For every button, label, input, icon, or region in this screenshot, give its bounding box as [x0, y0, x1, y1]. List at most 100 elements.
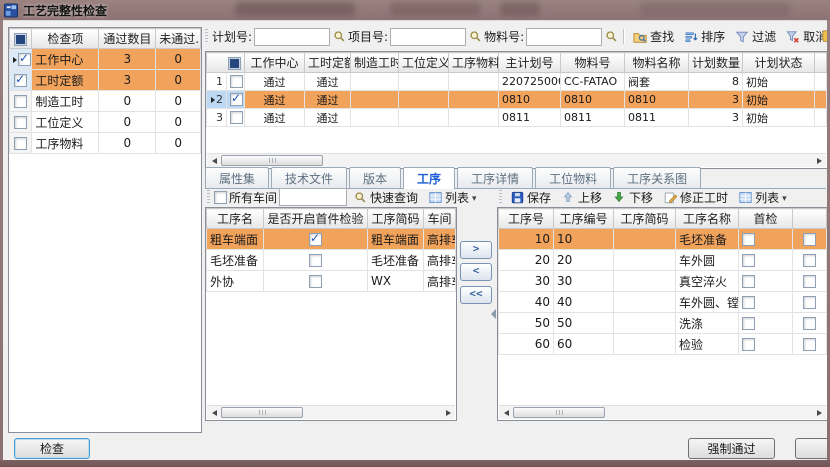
column-header[interactable]: 工序简码 [614, 209, 676, 229]
column-header[interactable]: 工序编号 [554, 209, 614, 229]
column-header[interactable]: 主计划号 [499, 53, 561, 73]
quick-search-button[interactable]: 快速查询 [349, 188, 422, 206]
column-header[interactable]: 工位定义 [399, 53, 449, 73]
column-header[interactable]: 工序简码 [368, 209, 424, 229]
row-checkbox[interactable] [230, 93, 243, 106]
project-no-input[interactable] [390, 28, 466, 46]
scroll-right-arrow[interactable] [441, 406, 455, 419]
list-dropdown-button[interactable]: 列表 [734, 188, 791, 206]
move-up-button[interactable]: 上移 [557, 188, 606, 206]
table-row[interactable]: 50 50 洗涤 [499, 313, 827, 334]
tab-version[interactable]: 版本 [349, 167, 401, 188]
table-row[interactable]: 3 通过 通过 0811 0811 0811 3 初始 [207, 109, 827, 127]
table-row[interactable]: 工序物料 0 0 [10, 133, 201, 154]
row-checkbox[interactable] [803, 338, 816, 351]
remove-all-processes-button[interactable]: << [460, 286, 492, 304]
move-down-button[interactable]: 下移 [608, 188, 657, 206]
cancel-filter-button[interactable]: 取消过滤 [782, 26, 824, 47]
tab-process-detail[interactable]: 工序详情 [457, 167, 533, 188]
row-checkbox[interactable] [18, 53, 31, 66]
table-row[interactable]: 20 20 车外圆 [499, 250, 827, 271]
clipped-footer-button[interactable] [795, 438, 827, 459]
plan-no-input[interactable] [254, 28, 330, 46]
scrollbar-thumb[interactable] [513, 407, 605, 418]
column-header[interactable]: 计划状态 [743, 53, 815, 73]
column-header[interactable]: 制造工时 [351, 53, 399, 73]
scrollbar-thumb[interactable] [221, 407, 303, 418]
first-inspect-checkbox[interactable] [742, 254, 755, 267]
row-checkbox[interactable] [230, 111, 243, 124]
row-checkbox[interactable] [14, 137, 27, 150]
material-no-input[interactable] [526, 28, 602, 46]
tab-station-material[interactable]: 工位物料 [535, 167, 611, 188]
scroll-right-arrow[interactable] [812, 406, 826, 419]
column-header[interactable]: 车间 [424, 209, 456, 229]
tab-process-relation[interactable]: 工序关系图 [613, 167, 701, 188]
select-all-header[interactable] [207, 53, 245, 73]
row-checkbox[interactable] [230, 75, 243, 88]
row-checkbox[interactable] [803, 296, 816, 309]
tab-attribute-set[interactable]: 属性集 [205, 167, 269, 188]
check-button[interactable]: 检查 [14, 438, 90, 459]
column-header[interactable]: 是否开启首件检验 [264, 209, 368, 229]
all-workshops-checkbox[interactable] [214, 191, 227, 204]
scroll-left-arrow[interactable] [207, 406, 221, 419]
column-header-item[interactable]: 检查项 [32, 29, 99, 49]
table-row[interactable]: 制造工时 0 0 [10, 91, 201, 112]
remove-process-button[interactable]: < [460, 263, 492, 281]
find-button[interactable]: 查找 [629, 26, 678, 47]
column-header[interactable]: 工序物料 [449, 53, 499, 73]
row-checkbox[interactable] [14, 74, 27, 87]
splitter-collapse-handle[interactable] [491, 309, 496, 319]
row-checkbox[interactable] [803, 254, 816, 267]
sort-button[interactable]: 排序 [680, 26, 729, 47]
list-dropdown-button[interactable]: 列表 [424, 188, 481, 206]
save-button[interactable]: 保存 [506, 188, 555, 206]
row-checkbox[interactable] [803, 317, 816, 330]
table-row[interactable]: 1 通过 通过 2207250002 CC-FATAO 阀套 8 初始 [207, 73, 827, 91]
first-check-checkbox[interactable] [309, 233, 322, 246]
column-header[interactable]: 工时定额 [305, 53, 351, 73]
column-header[interactable]: 物料名称 [625, 53, 689, 73]
table-row[interactable]: 40 40 车外圆、镗孔 [499, 292, 827, 313]
table-row[interactable]: 毛坯准备 毛坯准备 高排车间 [207, 250, 456, 271]
row-checkbox[interactable] [14, 116, 27, 129]
first-inspect-checkbox[interactable] [742, 275, 755, 288]
first-inspect-checkbox[interactable] [742, 233, 755, 246]
first-check-checkbox[interactable] [309, 254, 322, 267]
workshop-filter-input[interactable] [279, 188, 347, 206]
first-inspect-checkbox[interactable] [742, 338, 755, 351]
scroll-left-arrow[interactable] [499, 406, 513, 419]
clipped-toolbar-icon[interactable] [822, 29, 827, 43]
filter-button[interactable]: 过滤 [731, 26, 780, 47]
table-row[interactable]: 30 30 真空淬火 [499, 271, 827, 292]
search-icon[interactable] [468, 30, 482, 44]
plan-table-h-scrollbar[interactable] [207, 153, 826, 167]
tab-process[interactable]: 工序 [403, 167, 455, 189]
table-row[interactable]: 2 通过 通过 0810 0810 0810 3 初始 [207, 91, 827, 109]
fix-work-hours-button[interactable]: 修正工时 [659, 188, 732, 206]
table-row[interactable]: 60 60 检验 [499, 334, 827, 355]
select-all-header[interactable] [10, 29, 32, 49]
search-icon[interactable] [604, 30, 618, 44]
table-row[interactable]: 工时定额 3 0 [10, 70, 201, 91]
table-row[interactable]: 10 10 毛坯准备 [499, 229, 827, 250]
column-header[interactable]: 工序名称 [676, 209, 739, 229]
scrollbar-thumb[interactable] [221, 155, 323, 166]
row-checkbox[interactable] [803, 275, 816, 288]
tab-tech-docs[interactable]: 技术文件 [271, 167, 347, 188]
column-header[interactable]: 工序号 [499, 209, 554, 229]
column-header-failed[interactable]: 未通过... [156, 29, 201, 49]
search-icon[interactable] [332, 30, 346, 44]
column-header[interactable]: 首检 [739, 209, 793, 229]
column-header[interactable]: 计划数量 [689, 53, 743, 73]
column-header[interactable]: 物料号 [561, 53, 625, 73]
column-header[interactable]: 工作中心 [245, 53, 305, 73]
first-inspect-checkbox[interactable] [742, 296, 755, 309]
scroll-left-arrow[interactable] [207, 154, 221, 167]
table-row[interactable]: 粗车端面 粗车端面 高排车间 [207, 229, 456, 250]
first-inspect-checkbox[interactable] [742, 317, 755, 330]
row-checkbox[interactable] [803, 233, 816, 246]
row-checkbox[interactable] [14, 95, 27, 108]
column-header-passed[interactable]: 通过数目 [99, 29, 156, 49]
